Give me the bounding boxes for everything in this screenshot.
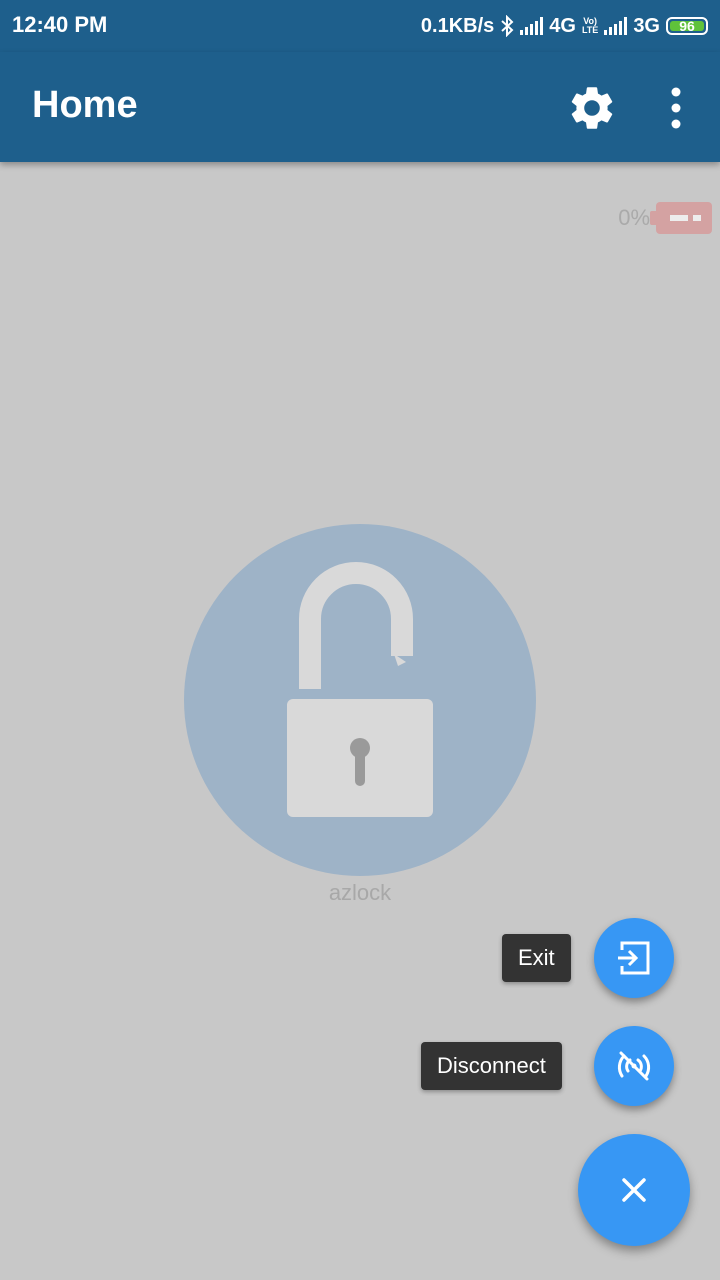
overflow-menu-button[interactable] (656, 82, 696, 134)
network-type-2: 3G (633, 14, 660, 37)
settings-button[interactable] (566, 82, 618, 134)
more-vert-icon (671, 87, 681, 129)
exit-button[interactable] (594, 918, 674, 998)
volte-indicator: Vo) LTE (582, 17, 598, 35)
battery-empty-icon (650, 202, 712, 234)
page-title: Home (32, 84, 138, 126)
close-icon (622, 1178, 646, 1202)
status-indicators: 0.1KB/s 4G Vo) LTE 3G 96 (421, 10, 708, 42)
battery-status-level: 96 (679, 18, 695, 34)
exit-icon (618, 941, 650, 975)
device-name: azlock (328, 880, 392, 905)
lock-toggle-button[interactable] (184, 524, 536, 876)
exit-label[interactable]: Exit (502, 934, 571, 982)
status-bar: 12:40 PM 0.1KB/s 4G Vo) LTE 3G 96 (0, 0, 720, 52)
network-speed: 0.1KB/s (420, 14, 495, 37)
close-fab-menu-button[interactable] (578, 1134, 690, 1246)
signal-strength-icon (604, 17, 628, 35)
status-time: 12:40 PM (12, 12, 108, 37)
volte-bottom: LTE (581, 25, 599, 35)
disconnect-button[interactable] (594, 1026, 674, 1106)
device-battery-indicator: 0% (618, 200, 712, 236)
disconnect-label[interactable]: Disconnect (421, 1042, 562, 1090)
bluetooth-icon (501, 15, 514, 37)
unlocked-padlock-icon (287, 562, 433, 817)
signal-strength-icon (520, 17, 544, 35)
gear-icon (571, 87, 613, 129)
battery-status-icon: 96 (666, 17, 708, 35)
network-type-1: 4G (549, 14, 576, 37)
app-bar: Home (0, 52, 720, 162)
signal-off-icon (617, 1051, 651, 1081)
device-battery-percent: 0% (618, 205, 650, 230)
